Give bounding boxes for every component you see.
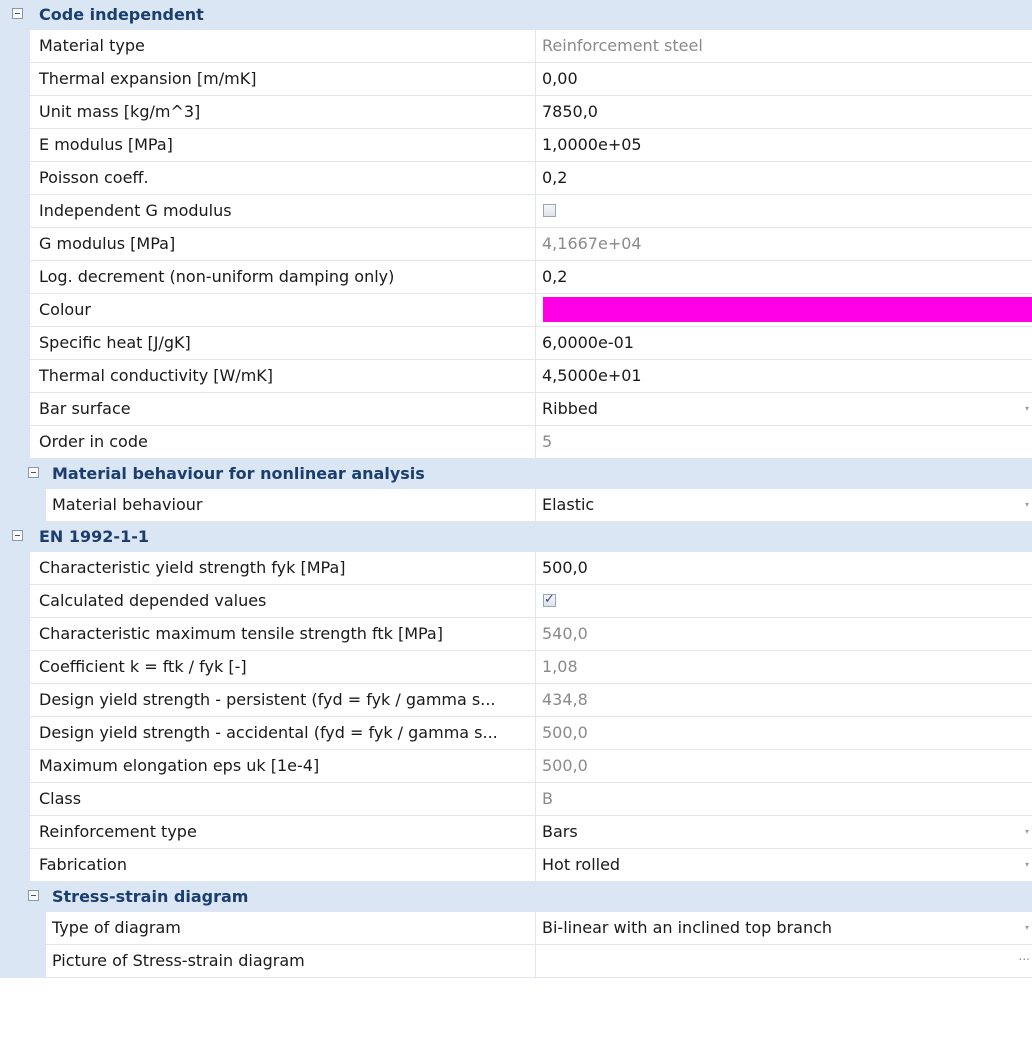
category-code-independent[interactable]: Code independent bbox=[0, 0, 1032, 30]
property-name: Unit mass [kg/m^3] bbox=[39, 102, 201, 121]
dropdown-arrow-icon[interactable]: ▾ bbox=[1022, 922, 1032, 934]
collapse-icon[interactable] bbox=[12, 530, 23, 541]
property-value[interactable]: Ribbed bbox=[542, 393, 598, 425]
dropdown-arrow-icon[interactable]: ▾ bbox=[1022, 403, 1032, 415]
ellipsis-button[interactable]: ... bbox=[1019, 949, 1030, 963]
row-thermal-conductivity[interactable]: Thermal conductivity [W/mK] 4,5000e+01 bbox=[0, 360, 1032, 393]
property-name: E modulus [MPa] bbox=[39, 135, 173, 154]
property-value[interactable]: Hot rolled bbox=[542, 849, 620, 881]
row-design-yield-accidental[interactable]: Design yield strength - accidental (fyd … bbox=[0, 717, 1032, 750]
property-value: Reinforcement steel bbox=[542, 36, 703, 55]
property-value[interactable]: Elastic bbox=[542, 489, 594, 521]
row-type-of-diagram[interactable]: Type of diagram Bi-linear with an inclin… bbox=[0, 912, 1032, 945]
property-value: 5 bbox=[542, 432, 553, 451]
collapse-icon[interactable] bbox=[28, 467, 39, 478]
row-characteristic-max-tensile-strength[interactable]: Characteristic maximum tensile strength … bbox=[0, 618, 1032, 651]
property-value[interactable]: Bars bbox=[542, 816, 578, 848]
property-name: Independent G modulus bbox=[39, 201, 232, 220]
property-value[interactable]: 0,2 bbox=[542, 162, 567, 194]
dropdown-arrow-icon[interactable]: ▾ bbox=[1022, 859, 1032, 871]
property-name: Material behaviour bbox=[52, 495, 203, 514]
property-value[interactable]: 4,5000e+01 bbox=[542, 360, 642, 392]
property-value[interactable]: 6,0000e-01 bbox=[542, 327, 634, 359]
property-name: Fabrication bbox=[39, 855, 127, 874]
property-name: Characteristic maximum tensile strength … bbox=[39, 624, 443, 643]
row-colour[interactable]: Colour bbox=[0, 294, 1032, 327]
property-value[interactable]: 7850,0 bbox=[542, 96, 598, 128]
property-value: 500,0 bbox=[542, 756, 588, 775]
category-en-1992-1-1[interactable]: EN 1992-1-1 bbox=[0, 522, 1032, 552]
row-thermal-expansion[interactable]: Thermal expansion [m/mK] 0,00 bbox=[0, 63, 1032, 96]
property-name: Thermal conductivity [W/mK] bbox=[39, 366, 274, 385]
dropdown-arrow-icon[interactable]: ▾ bbox=[1022, 826, 1032, 838]
row-bar-surface[interactable]: Bar surface Ribbed ▾ bbox=[0, 393, 1032, 426]
row-specific-heat[interactable]: Specific heat [J/gK] 6,0000e-01 bbox=[0, 327, 1032, 360]
property-value[interactable]: Bi-linear with an inclined top branch bbox=[542, 912, 832, 944]
row-maximum-elongation[interactable]: Maximum elongation eps uk [1e-4] 500,0 bbox=[0, 750, 1032, 783]
property-name: Design yield strength - persistent (fyd … bbox=[39, 690, 496, 709]
property-value: 1,08 bbox=[542, 657, 578, 676]
property-value: 4,1667e+04 bbox=[542, 234, 642, 253]
row-g-modulus[interactable]: G modulus [MPa] 4,1667e+04 bbox=[0, 228, 1032, 261]
row-order-in-code[interactable]: Order in code 5 bbox=[0, 426, 1032, 459]
property-value: B bbox=[542, 789, 553, 808]
collapse-icon[interactable] bbox=[28, 890, 39, 901]
property-value: 540,0 bbox=[542, 624, 588, 643]
property-name: Class bbox=[39, 789, 82, 808]
property-name: Specific heat [J/gK] bbox=[39, 333, 191, 352]
row-poisson-coeff[interactable]: Poisson coeff. 0,2 bbox=[0, 162, 1032, 195]
row-coefficient-k[interactable]: Coefficient k = ftk / fyk [-] 1,08 bbox=[0, 651, 1032, 684]
check-icon: ✓ bbox=[544, 592, 555, 607]
independent-g-modulus-checkbox[interactable] bbox=[543, 204, 556, 217]
category-label: Stress-strain diagram bbox=[52, 887, 249, 906]
property-value[interactable]: 0,2 bbox=[542, 261, 567, 293]
row-unit-mass[interactable]: Unit mass [kg/m^3] 7850,0 bbox=[0, 96, 1032, 129]
property-name: Order in code bbox=[39, 432, 148, 451]
property-value[interactable]: 500,0 bbox=[542, 552, 588, 584]
property-name: G modulus [MPa] bbox=[39, 234, 176, 253]
property-name: Thermal expansion [m/mK] bbox=[39, 69, 257, 88]
calculated-depended-values-checkbox[interactable]: ✓ bbox=[543, 592, 556, 607]
category-stress-strain-diagram[interactable]: Stress-strain diagram bbox=[0, 882, 1032, 912]
row-class[interactable]: Class B bbox=[0, 783, 1032, 816]
property-name: Colour bbox=[39, 300, 91, 319]
colour-swatch[interactable] bbox=[543, 297, 1032, 322]
row-calculated-depended-values[interactable]: Calculated depended values ✓ bbox=[0, 585, 1032, 618]
row-design-yield-persistent[interactable]: Design yield strength - persistent (fyd … bbox=[0, 684, 1032, 717]
property-name: Coefficient k = ftk / fyk [-] bbox=[39, 657, 247, 676]
property-name: Log. decrement (non-uniform damping only… bbox=[39, 267, 395, 286]
property-grid: Code independent Material type Reinforce… bbox=[0, 0, 1032, 1042]
collapse-icon[interactable] bbox=[12, 8, 23, 19]
row-independent-g-modulus[interactable]: Independent G modulus bbox=[0, 195, 1032, 228]
category-label: Material behaviour for nonlinear analysi… bbox=[52, 464, 425, 483]
row-e-modulus[interactable]: E modulus [MPa] 1,0000e+05 bbox=[0, 129, 1032, 162]
row-material-behaviour[interactable]: Material behaviour Elastic ▾ bbox=[0, 489, 1032, 522]
row-log-decrement[interactable]: Log. decrement (non-uniform damping only… bbox=[0, 261, 1032, 294]
row-characteristic-yield-strength[interactable]: Characteristic yield strength fyk [MPa] … bbox=[0, 552, 1032, 585]
category-label: Code independent bbox=[39, 5, 204, 24]
property-value: 434,8 bbox=[542, 690, 588, 709]
category-label: EN 1992-1-1 bbox=[39, 527, 149, 546]
property-name: Bar surface bbox=[39, 399, 131, 418]
property-name: Picture of Stress-strain diagram bbox=[52, 951, 305, 970]
property-name: Type of diagram bbox=[52, 918, 181, 937]
dropdown-arrow-icon[interactable]: ▾ bbox=[1022, 499, 1032, 511]
property-name: Characteristic yield strength fyk [MPa] bbox=[39, 558, 346, 577]
property-value[interactable]: 1,0000e+05 bbox=[542, 129, 642, 161]
category-material-behaviour-nonlinear[interactable]: Material behaviour for nonlinear analysi… bbox=[0, 459, 1032, 489]
property-value[interactable]: 0,00 bbox=[542, 63, 578, 95]
property-name: Material type bbox=[39, 36, 145, 55]
property-value: 500,0 bbox=[542, 723, 588, 742]
property-name: Reinforcement type bbox=[39, 822, 197, 841]
property-name: Design yield strength - accidental (fyd … bbox=[39, 723, 498, 742]
property-name: Calculated depended values bbox=[39, 591, 267, 610]
row-picture-of-stress-strain-diagram[interactable]: Picture of Stress-strain diagram ... bbox=[0, 945, 1032, 978]
property-name: Poisson coeff. bbox=[39, 168, 149, 187]
row-material-type[interactable]: Material type Reinforcement steel bbox=[0, 30, 1032, 63]
property-name: Maximum elongation eps uk [1e-4] bbox=[39, 756, 320, 775]
row-fabrication[interactable]: Fabrication Hot rolled ▾ bbox=[0, 849, 1032, 882]
row-reinforcement-type[interactable]: Reinforcement type Bars ▾ bbox=[0, 816, 1032, 849]
